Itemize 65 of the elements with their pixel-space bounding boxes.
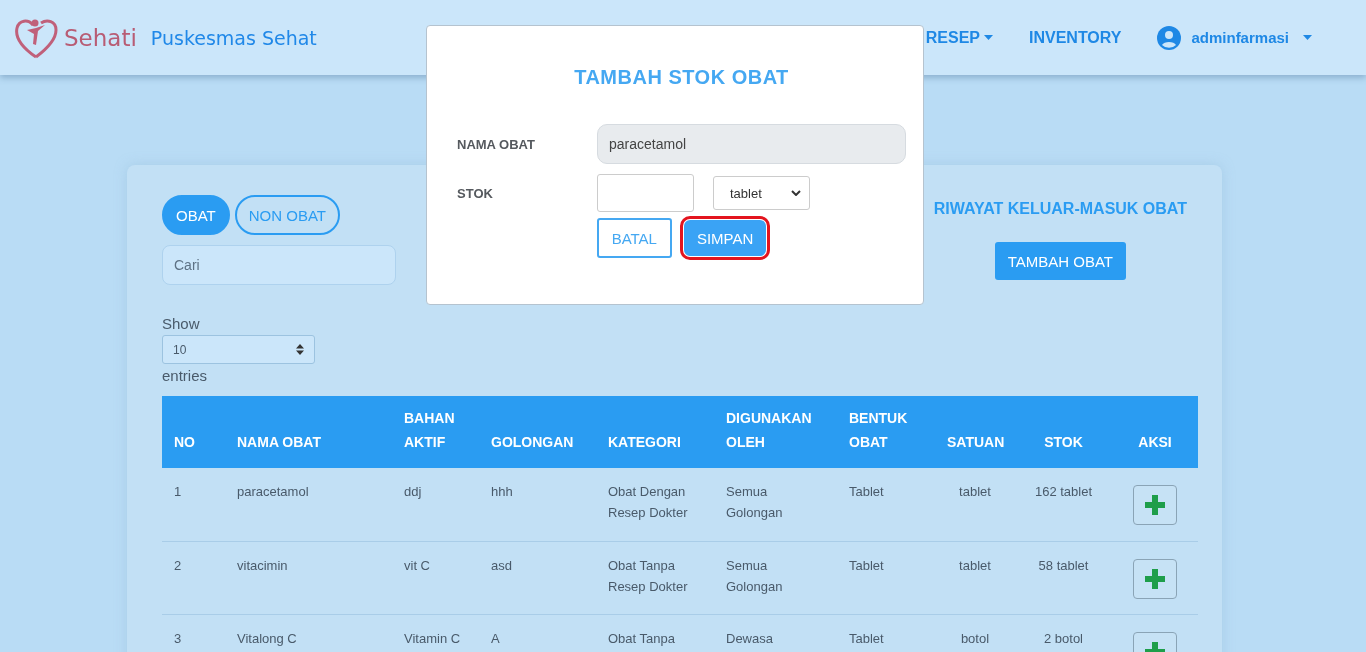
table-cell: Obat Tanpa	[608, 630, 675, 646]
table-cell: Tablet	[849, 484, 884, 499]
dialog-title: TAMBAH STOK OBAT	[573, 66, 790, 89]
field-label: NAMA OBAT	[457, 136, 536, 152]
column-header: NAMA OBAT	[225, 396, 392, 468]
table-cell: Semua Golongan	[726, 484, 783, 520]
plus-icon	[1145, 495, 1165, 515]
entries-select[interactable]: 10	[162, 335, 315, 364]
search-field[interactable]: Cari	[162, 245, 396, 285]
column-header: KATEGORI	[596, 396, 714, 468]
user-menu[interactable]: adminfarmasi	[1157, 25, 1312, 50]
table-cell: Tablet	[849, 557, 884, 573]
nav-link[interactable]: RESEP	[925, 28, 993, 47]
show-label: Show	[162, 315, 201, 332]
table-cell: 2	[174, 557, 182, 573]
dialog-button[interactable]: BATAL	[596, 218, 672, 258]
add-medicine-button[interactable]: TAMBAH OBAT	[994, 242, 1126, 280]
table-cell: Semua Golongan	[726, 557, 783, 594]
brand-name: Puskesmas Sehat	[150, 26, 317, 49]
column-header: AKSI	[1112, 396, 1198, 468]
column-header: GOLONGAN	[479, 396, 596, 468]
nav-link[interactable]: INVENTORY	[1029, 28, 1122, 47]
column-header: DIGUNAKAN OLEH	[714, 396, 837, 468]
table-cell: 2 botol	[1043, 630, 1083, 646]
user-avatar-icon	[1157, 25, 1182, 50]
filter-tab[interactable]: OBAT	[162, 195, 230, 235]
field-label: STOK	[457, 185, 494, 201]
add-stock-button[interactable]	[1133, 485, 1177, 525]
table-cell: Obat Dengan Resep Dokter	[608, 484, 688, 520]
table-cell: Obat Tanpa Resep Dokter	[608, 557, 688, 594]
table-cell: asd	[491, 557, 512, 573]
unit-select[interactable]: tablet	[713, 176, 810, 210]
table-cell: 162 tablet	[1034, 484, 1093, 499]
logo-text: Sehati	[64, 24, 137, 51]
medicine-name-field[interactable]: paracetamol	[597, 124, 906, 164]
stock-input-field[interactable]	[597, 174, 694, 212]
plus-icon	[1145, 568, 1165, 589]
filter-tab[interactable]: NON OBAT	[234, 195, 340, 235]
table-cell: vit C	[404, 557, 430, 573]
column-header: SATUAN	[935, 396, 1015, 468]
table-cell: vitacimin	[237, 557, 288, 573]
table-cell: A	[491, 630, 500, 646]
entries-label: entries	[162, 367, 209, 384]
table-cell: Vitamin C	[404, 630, 461, 646]
add-stock-button[interactable]	[1133, 558, 1177, 599]
column-header: STOK	[1015, 396, 1112, 468]
table-cell: tablet	[959, 484, 991, 499]
table-cell: paracetamol	[237, 484, 309, 499]
table-cell: 3	[174, 630, 182, 646]
table-cell: 1	[174, 484, 182, 499]
chevron-down-icon	[791, 190, 801, 196]
table-cell: hhh	[491, 484, 513, 499]
column-header: BENTUK OBAT	[837, 396, 935, 468]
table-cell: Tablet	[849, 630, 884, 646]
table-cell: ddj	[404, 484, 422, 499]
history-link[interactable]: RIWAYAT KELUAR-MASUK OBAT	[933, 200, 1187, 218]
table-cell: botol	[960, 630, 990, 646]
column-header: NO	[162, 396, 225, 468]
table-cell: Vitalong C	[237, 630, 297, 646]
sort-arrows-icon	[296, 344, 304, 355]
caret-icon	[1303, 35, 1312, 40]
column-header: BAHAN AKTIF	[392, 396, 479, 468]
table-cell: tablet	[959, 557, 991, 573]
table-cell: Dewasa	[726, 630, 773, 646]
table-cell: 58 tablet	[1038, 557, 1089, 573]
